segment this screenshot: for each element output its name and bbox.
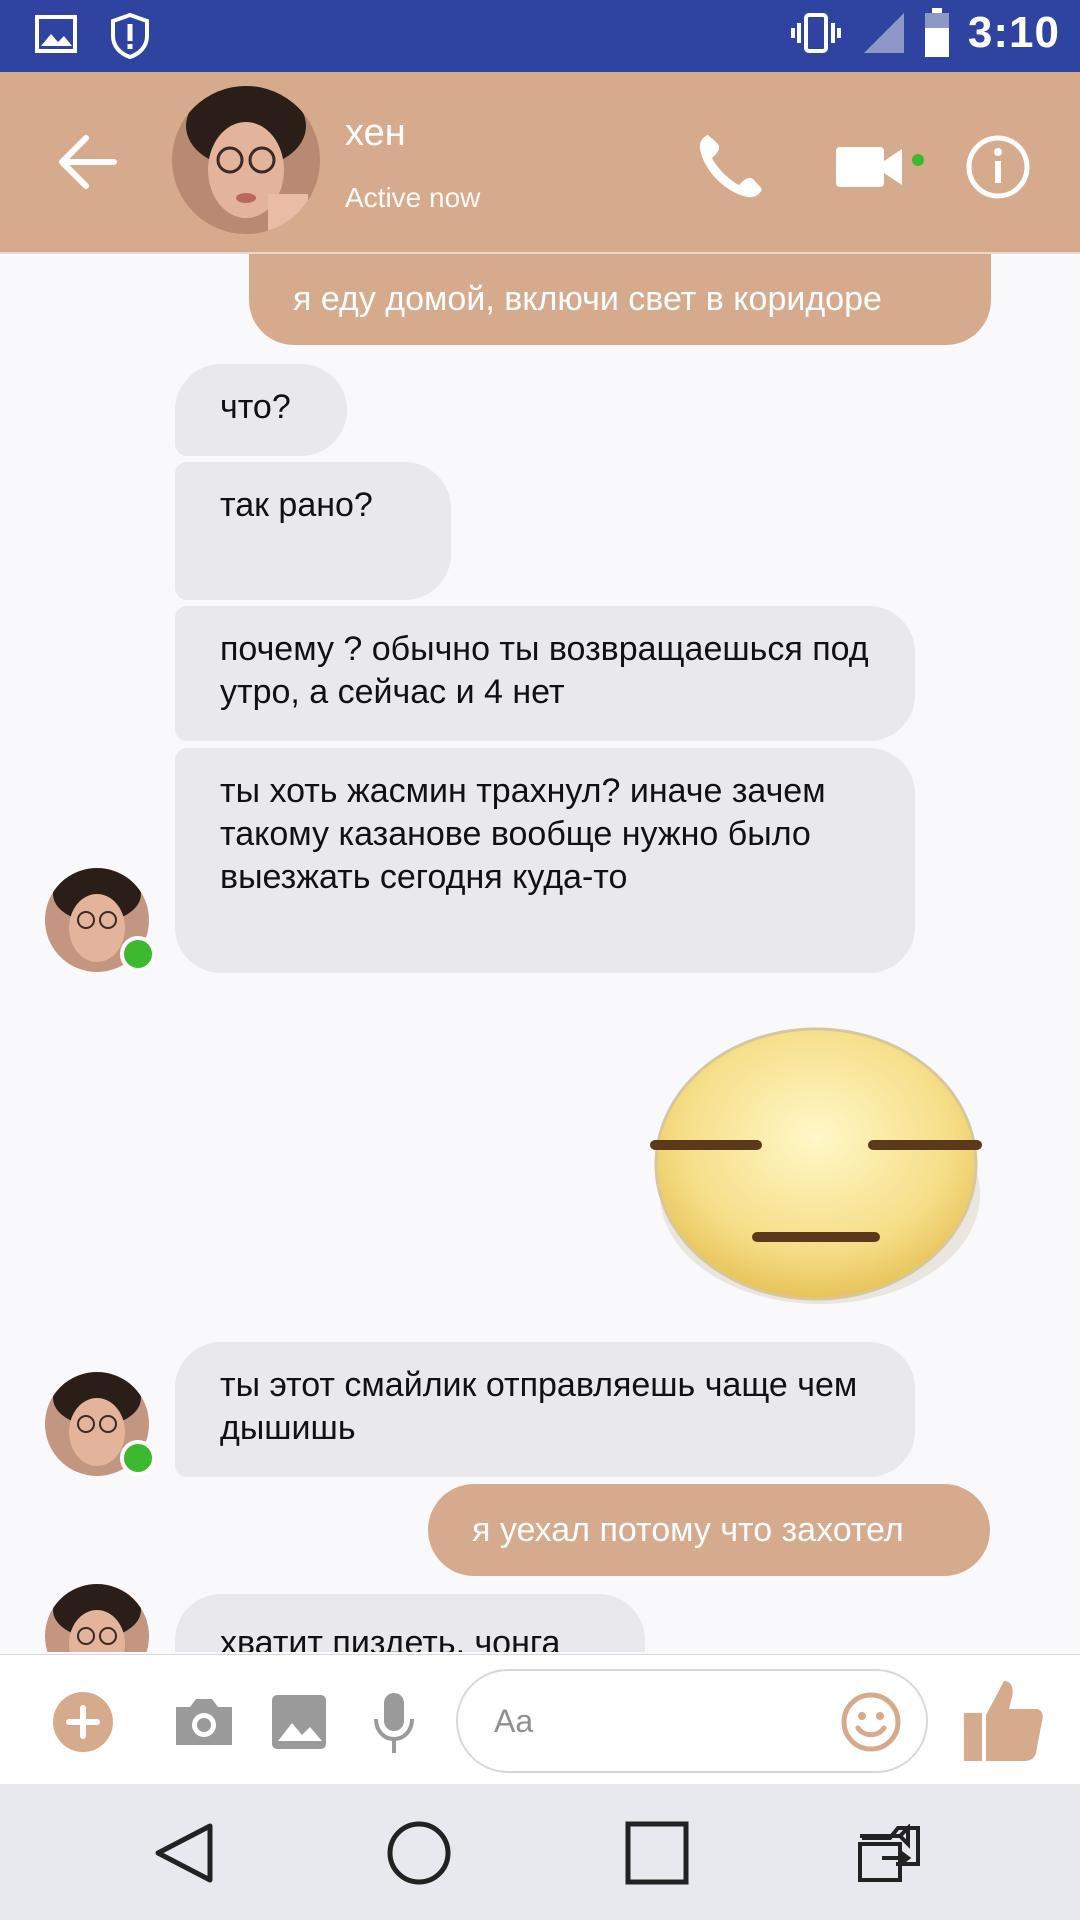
incoming-message[interactable]: ты этот смайлик отправляешь чаще чем дыш… xyxy=(175,1342,915,1477)
incoming-message[interactable]: что? xyxy=(175,364,347,456)
outgoing-message[interactable]: я уехал потому что захотел xyxy=(428,1484,990,1576)
gallery-icon[interactable] xyxy=(270,1693,328,1751)
camera-icon[interactable] xyxy=(172,1693,236,1749)
battery-icon xyxy=(924,8,949,57)
nav-switch-icon[interactable] xyxy=(856,1824,940,1884)
mic-icon[interactable] xyxy=(372,1691,416,1755)
emoji-icon[interactable] xyxy=(840,1691,902,1753)
video-icon[interactable] xyxy=(832,127,932,207)
clock: 3:10 xyxy=(967,8,1060,57)
contact-avatar[interactable] xyxy=(172,86,320,234)
online-indicator xyxy=(120,1440,156,1476)
incoming-message[interactable]: ты хоть жасмин трахнул? иначе зачем тако… xyxy=(175,748,915,973)
incoming-message[interactable]: так рано? xyxy=(175,462,451,600)
info-icon[interactable] xyxy=(958,127,1038,207)
incoming-message[interactable]: почему ? обычно ты возвращаешься под утр… xyxy=(175,606,915,741)
status-bar: 3:10 xyxy=(0,0,1080,72)
phone-icon[interactable] xyxy=(690,127,770,207)
plus-icon[interactable] xyxy=(52,1691,114,1753)
conversation-header: хен Active now xyxy=(0,72,1080,254)
message-input[interactable]: Aa xyxy=(456,1669,928,1773)
vibrate-icon xyxy=(790,13,841,53)
message-list[interactable]: я еду домой, включи свет в коридоре что?… xyxy=(0,254,1080,1652)
nav-recents-icon[interactable] xyxy=(624,1820,690,1886)
thumbs-up-icon[interactable] xyxy=(960,1675,1046,1765)
nav-back-icon[interactable] xyxy=(150,1820,216,1886)
sender-avatar[interactable] xyxy=(45,1584,149,1652)
gallery-notification-icon xyxy=(35,15,77,53)
emoji-sticker[interactable] xyxy=(650,1014,990,1314)
contact-name: хен xyxy=(345,112,406,154)
back-arrow-icon[interactable] xyxy=(52,127,122,197)
online-indicator xyxy=(120,936,156,972)
contact-status: Active now xyxy=(345,182,481,213)
system-navigation-bar xyxy=(0,1784,1080,1920)
outgoing-message[interactable]: я еду домой, включи свет в коридоре xyxy=(249,254,991,345)
signal-icon xyxy=(863,13,904,53)
composer-bar: Aa xyxy=(0,1654,1080,1785)
incoming-message[interactable]: хватит пиздеть, чонга xyxy=(175,1594,645,1652)
nav-home-icon[interactable] xyxy=(386,1820,452,1886)
shield-icon xyxy=(111,12,149,60)
